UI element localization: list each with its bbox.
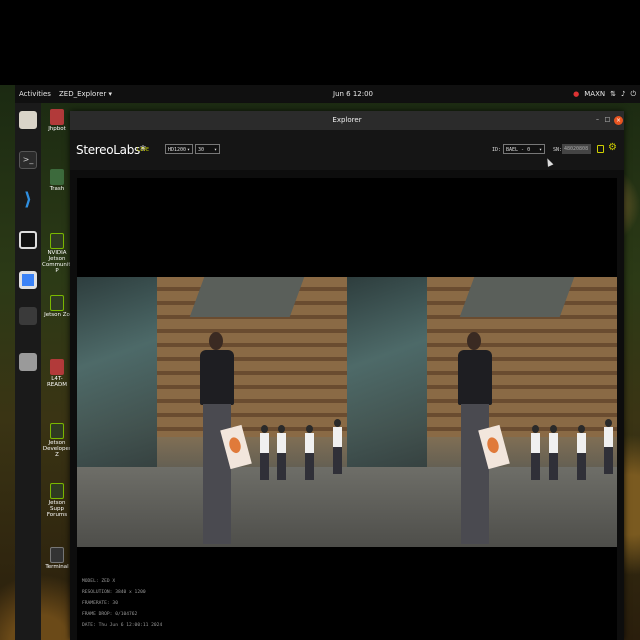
nvidia-icon [50,233,64,249]
info-date: DATE: Thu Jun 6 12:00:11 2024 [82,623,163,628]
obs-icon[interactable] [19,231,37,249]
desktop-icon-label: L4T-READM [46,376,68,388]
desktop-icon-label: Terminal [45,564,69,570]
file-icon [50,109,64,125]
document-icon [50,359,64,375]
nvidia-icon [50,295,64,311]
resolution-select[interactable]: HD1200 ▾ [165,144,193,154]
desktop-icon[interactable]: Jhpbot [42,107,72,132]
close-button[interactable]: × [614,116,623,125]
system-tray[interactable]: ● MAXN ⇅ ♪ ⏻ [573,90,636,99]
window-title: Explorer [332,116,362,124]
desktop-icon[interactable]: L4T-READM [42,357,72,388]
camera-id-value: BAEL - 0 [506,147,531,153]
terminal-icon[interactable]: >_ [19,151,37,169]
nvidia-icon [50,483,64,499]
trash-icon [50,169,64,185]
info-framerate: FRAMERATE: 30 [82,601,118,606]
desktop-icon-label: Jetson Zo [44,312,70,318]
desktop-icon[interactable]: Trash [42,167,72,192]
system-top-bar: Activities ZED_Explorer ▾ Jun 6 12:00 ● … [15,85,640,103]
desktop-icon[interactable]: Terminal [42,545,72,570]
terminal-icon [50,547,64,563]
explorer-window: Explorer – □ × StereoLabs* LIVE HD1200 ▾… [70,111,624,640]
app-menu[interactable]: ZED_Explorer ▾ [59,90,112,98]
desktop-icon-label: Jetson Developer Z [42,440,72,458]
camera-id-select[interactable]: BAEL - 0 ▾ [503,144,545,154]
resolution-value: HD1200 [168,147,187,153]
chevron-down-icon: ▾ [186,147,190,153]
vscode-icon[interactable]: ⟩ [19,191,37,209]
window-titlebar[interactable]: Explorer – □ × [70,111,624,130]
desktop-icon-label: Jetson Supp Forums [46,500,68,518]
desktop-icon[interactable]: NVIDIA Jetson Community P [42,231,74,274]
desktop-icons: Jhpbot Trash NVIDIA Jetson Community P J… [42,103,74,640]
minimize-button[interactable]: – [593,115,602,124]
serial-number-field: 48020808 [562,144,591,154]
desktop-icon-label: Trash [49,186,65,192]
nvidia-icon [50,423,64,439]
fps-value: 30 [198,147,205,153]
fps-select[interactable]: 30 ▾ [195,144,220,154]
dock: >_ ⟩ [15,103,41,640]
stereo-feed [77,277,617,547]
gear-icon[interactable]: ⚙ [608,143,617,153]
desktop-icon[interactable]: Jetson Supp Forums [42,481,72,518]
files-icon[interactable] [19,111,37,129]
info-model: MODEL: ZED X [82,579,116,584]
volume-icon[interactable]: ♪ [621,90,625,98]
active-app-indicator[interactable] [19,307,37,325]
maximize-button[interactable]: □ [603,115,612,124]
power-mode-label[interactable]: MAXN [584,90,605,98]
live-indicator: LIVE [137,147,150,153]
desktop-icon[interactable]: Jetson Zo [42,293,72,318]
chevron-down-icon: ▾ [538,147,542,153]
app-toolbar: StereoLabs* LIVE HD1200 ▾ 30 ▾ ID: BAEL … [70,130,624,170]
info-frame-drop: FRAME DROP: 0/104762 [82,612,138,617]
video-viewer[interactable]: MODEL: ZED X RESOLUTION: 3840 x 1200 FRA… [77,178,617,640]
power-icon[interactable]: ⏻ [630,90,636,99]
activities-button[interactable]: Activities [19,90,51,98]
camera-icon[interactable] [597,145,604,153]
desktop-icon[interactable]: Jetson Developer Z [42,421,72,458]
camera-info-panel: MODEL: ZED X RESOLUTION: 3840 x 1200 FRA… [82,576,162,631]
camera-id-label: ID: [492,147,502,153]
network-icon[interactable]: ⇅ [610,90,616,98]
right-camera-image [347,277,617,547]
chromium-icon[interactable] [19,271,37,289]
left-camera-image [77,277,347,547]
stereolabs-logo: StereoLabs* [76,143,146,157]
desktop-icon-label: Jhpbot [48,126,66,132]
serial-number-label: SN: [553,147,563,153]
chevron-down-icon: ▾ [213,147,217,153]
clock[interactable]: Jun 6 12:00 [333,90,373,98]
nvidia-icon[interactable]: ● [573,90,579,98]
disks-icon[interactable] [19,353,37,371]
info-resolution: RESOLUTION: 3840 x 1200 [82,590,146,595]
